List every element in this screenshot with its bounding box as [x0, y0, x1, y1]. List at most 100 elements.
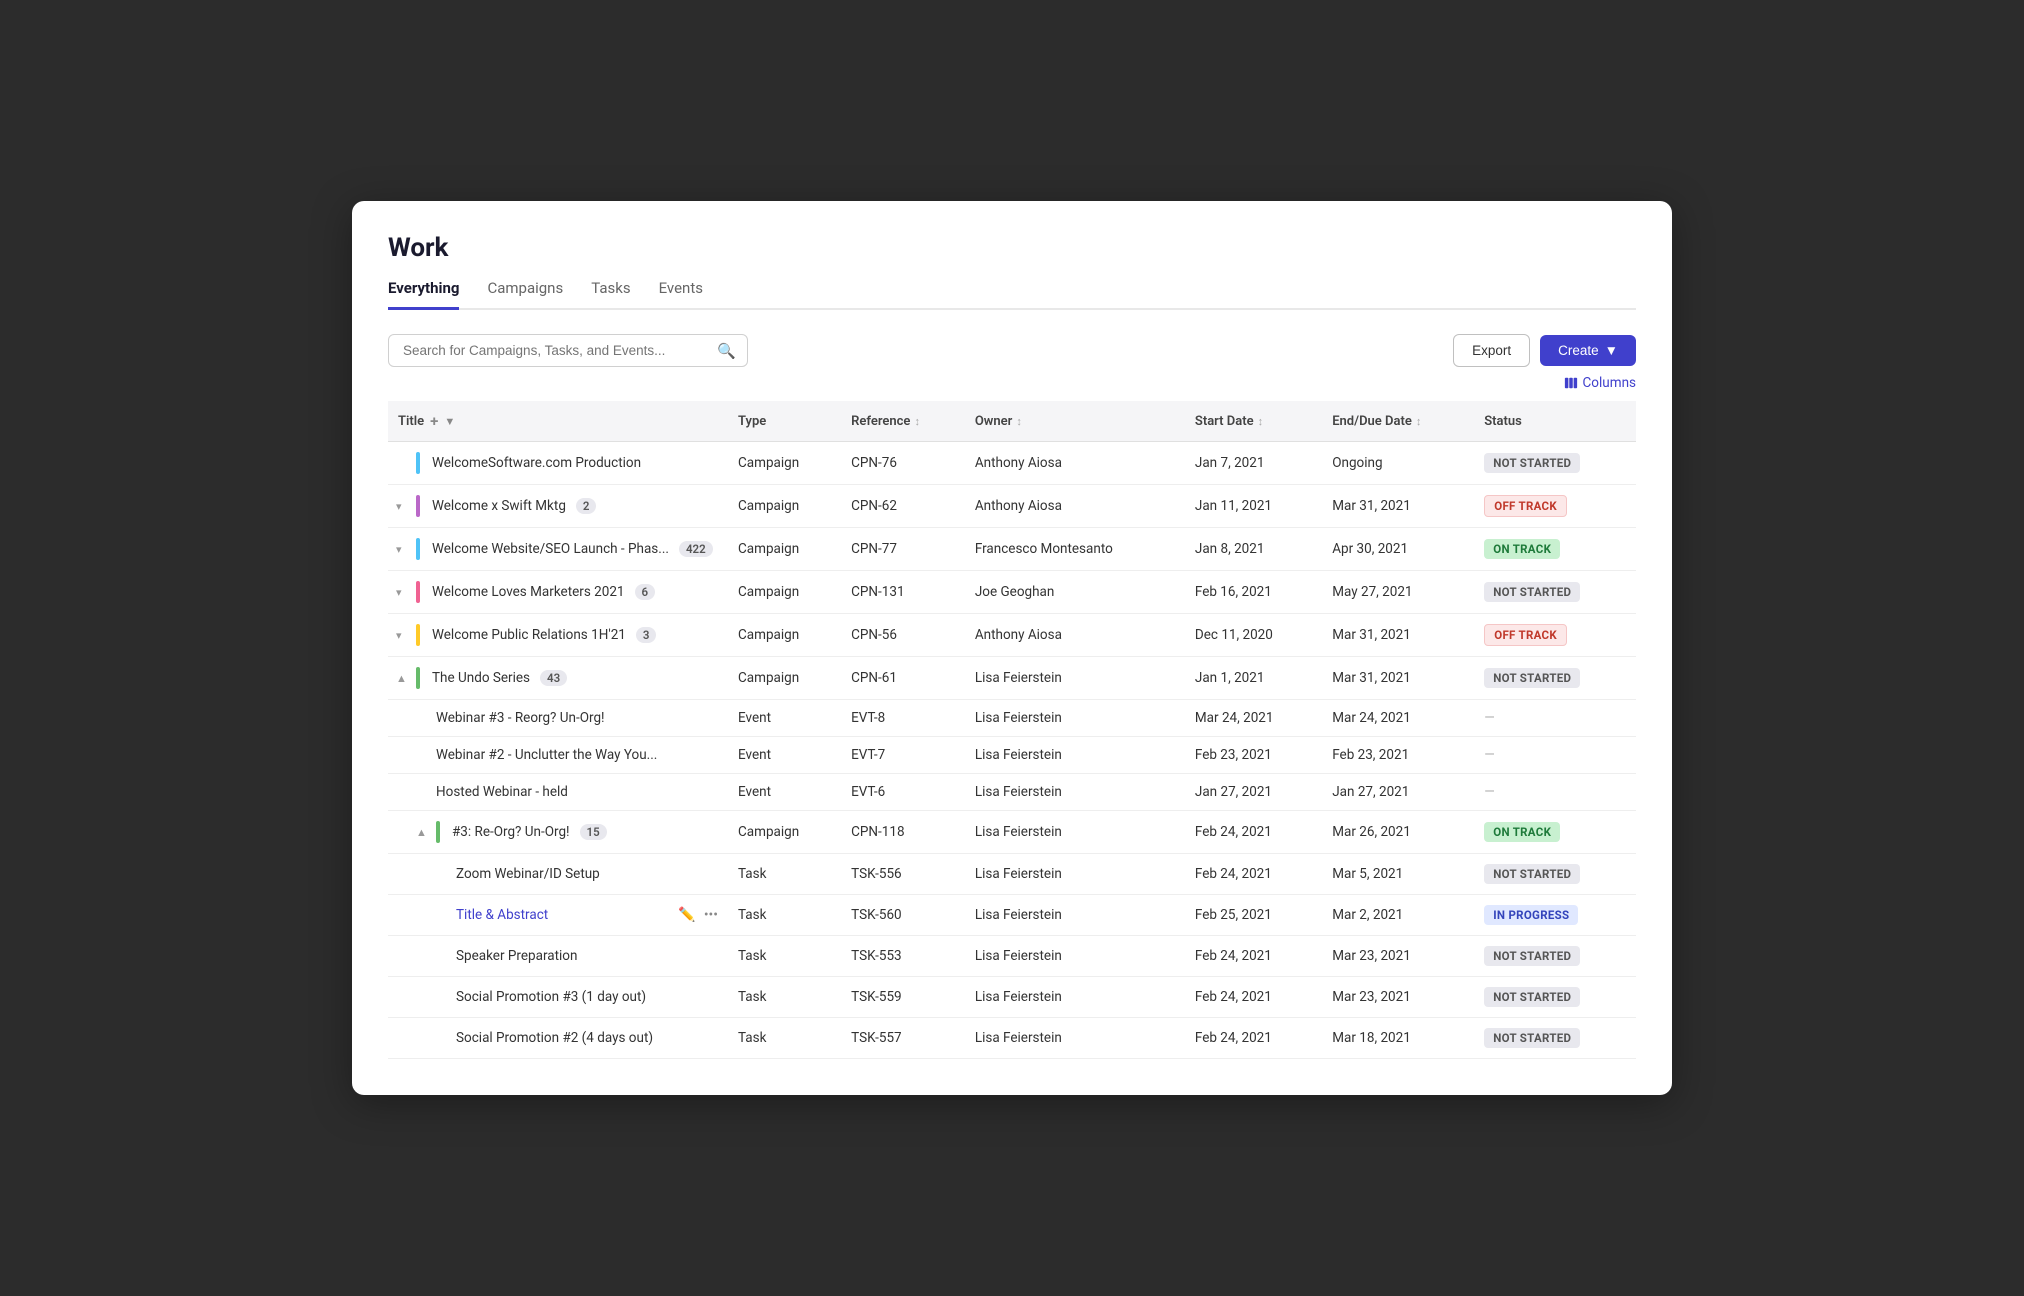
title-link[interactable]: Title & Abstract — [456, 907, 548, 923]
title-cell-inner: Webinar #3 - Reorg? Un-Org! — [416, 710, 718, 726]
search-input[interactable] — [388, 334, 748, 367]
status-cell: NOT STARTED — [1474, 854, 1636, 895]
owner-cell: Joe Geoghan — [965, 571, 1185, 614]
table-body: WelcomeSoftware.com ProductionCampaignCP… — [388, 442, 1636, 1059]
campaign-color-bar — [416, 581, 420, 603]
start-date-cell: Feb 16, 2021 — [1185, 571, 1322, 614]
table-row: Hosted Webinar - heldEventEVT-6Lisa Feie… — [388, 774, 1636, 811]
reference-cell: CPN-118 — [841, 811, 965, 854]
status-badge: NOT STARTED — [1484, 453, 1580, 473]
search-wrap: 🔍 — [388, 334, 748, 367]
status-badge: OFF TRACK — [1484, 624, 1567, 646]
table-row: ▲The Undo Series43CampaignCPN-61Lisa Fei… — [388, 657, 1636, 700]
badge-count: 43 — [540, 670, 567, 686]
th-start-date: Start Date ↕ — [1185, 401, 1322, 442]
status-badge: IN PROGRESS — [1484, 905, 1578, 925]
type-cell: Campaign — [728, 571, 841, 614]
end-date-cell: Mar 5, 2021 — [1322, 854, 1474, 895]
status-cell: NOT STARTED — [1474, 936, 1636, 977]
start-date-cell: Jan 8, 2021 — [1185, 528, 1322, 571]
table-row: ▾Welcome Public Relations 1H'213Campaign… — [388, 614, 1636, 657]
add-icon[interactable]: + — [430, 412, 438, 430]
end-date-cell: Ongoing — [1322, 442, 1474, 485]
end-date-sort-icon[interactable]: ↕ — [1416, 415, 1422, 428]
title-cell: Social Promotion #3 (1 day out) — [388, 977, 728, 1018]
th-owner: Owner ↕ — [965, 401, 1185, 442]
table-row: ▾Welcome Loves Marketers 20216CampaignCP… — [388, 571, 1636, 614]
title-cell: ▾Welcome Website/SEO Launch - Phas...422 — [388, 528, 728, 571]
row-chevron-icon[interactable]: ▾ — [396, 500, 410, 513]
reference-sort-icon[interactable]: ↕ — [914, 415, 920, 428]
table-row: Webinar #2 - Unclutter the Way You...Eve… — [388, 737, 1636, 774]
th-end-date: End/Due Date ↕ — [1322, 401, 1474, 442]
status-cell: — — [1474, 737, 1636, 774]
tab-everything[interactable]: Everything — [388, 279, 459, 310]
badge-count: 15 — [580, 824, 607, 840]
title-cell: Hosted Webinar - held — [388, 774, 728, 811]
export-button[interactable]: Export — [1453, 334, 1530, 367]
row-chevron-icon[interactable]: ▲ — [396, 672, 410, 685]
owner-cell: Anthony Aiosa — [965, 614, 1185, 657]
owner-cell: Anthony Aiosa — [965, 442, 1185, 485]
owner-cell: Lisa Feierstein — [965, 737, 1185, 774]
title-text: Welcome Loves Marketers 2021 — [432, 584, 625, 600]
badge-count: 2 — [576, 498, 597, 514]
th-reference: Reference ↕ — [841, 401, 965, 442]
more-icon[interactable]: ••• — [704, 907, 718, 923]
title-text: The Undo Series — [432, 670, 530, 686]
search-icon: 🔍 — [717, 342, 736, 360]
title-cell: WelcomeSoftware.com Production — [388, 442, 728, 485]
start-date-cell: Dec 11, 2020 — [1185, 614, 1322, 657]
type-cell: Event — [728, 737, 841, 774]
tab-tasks[interactable]: Tasks — [591, 279, 630, 310]
table-row: Social Promotion #2 (4 days out) TaskTSK-… — [388, 1018, 1636, 1059]
type-cell: Campaign — [728, 442, 841, 485]
edit-icon[interactable]: ✏️ — [678, 907, 695, 923]
reference-cell: TSK-557 — [841, 1018, 965, 1059]
reference-cell: TSK-559 — [841, 977, 965, 1018]
table-row: Social Promotion #3 (1 day out)TaskTSK-5… — [388, 977, 1636, 1018]
type-cell: Task — [728, 936, 841, 977]
title-cell-inner: Hosted Webinar - held — [416, 784, 718, 800]
status-badge: ON TRACK — [1484, 822, 1560, 842]
row-chevron-icon[interactable]: ▲ — [416, 826, 430, 839]
start-date-cell: Jan 1, 2021 — [1185, 657, 1322, 700]
tab-events[interactable]: Events — [659, 279, 703, 310]
owner-cell: Lisa Feierstein — [965, 811, 1185, 854]
status-badge: ON TRACK — [1484, 539, 1560, 559]
title-text: Social Promotion #3 (1 day out) — [456, 989, 646, 1005]
owner-cell: Lisa Feierstein — [965, 774, 1185, 811]
reference-cell: CPN-77 — [841, 528, 965, 571]
title-cell: Zoom Webinar/ID Setup — [388, 854, 728, 895]
campaign-color-bar — [416, 667, 420, 689]
tab-campaigns[interactable]: Campaigns — [487, 279, 563, 310]
th-type: Type — [728, 401, 841, 442]
title-text: Social Promotion #2 (4 days out) — [456, 1030, 653, 1046]
status-cell: ON TRACK — [1474, 528, 1636, 571]
status-badge: NOT STARTED — [1484, 987, 1580, 1007]
th-chevron-icon[interactable]: ▼ — [444, 415, 455, 428]
row-chevron-icon[interactable]: ▾ — [396, 629, 410, 642]
owner-sort-icon[interactable]: ↕ — [1016, 415, 1022, 428]
th-title-label: Title — [398, 414, 424, 429]
title-cell: Social Promotion #2 (4 days out) — [388, 1018, 728, 1059]
owner-cell: Lisa Feierstein — [965, 657, 1185, 700]
tab-bar: Everything Campaigns Tasks Events — [388, 279, 1636, 310]
create-button[interactable]: Create ▼ — [1540, 335, 1636, 366]
campaign-color-bar — [436, 821, 440, 843]
columns-button[interactable]: Columns — [388, 375, 1636, 391]
row-chevron-icon[interactable]: ▾ — [396, 543, 410, 556]
table-row: Webinar #3 - Reorg? Un-Org!EventEVT-8Lis… — [388, 700, 1636, 737]
start-date-cell: Jan 27, 2021 — [1185, 774, 1322, 811]
row-chevron-icon[interactable]: ▾ — [396, 586, 410, 599]
owner-cell: Lisa Feierstein — [965, 854, 1185, 895]
status-cell: NOT STARTED — [1474, 657, 1636, 700]
chevron-down-icon: ▼ — [1605, 343, 1618, 358]
reference-cell: CPN-131 — [841, 571, 965, 614]
start-date-cell: Feb 23, 2021 — [1185, 737, 1322, 774]
type-cell: Campaign — [728, 614, 841, 657]
status-badge: NOT STARTED — [1484, 1028, 1580, 1048]
type-cell: Task — [728, 1018, 841, 1059]
start-date-sort-icon[interactable]: ↕ — [1258, 415, 1264, 428]
title-text: #3: Re-Org? Un-Org! — [452, 824, 570, 840]
